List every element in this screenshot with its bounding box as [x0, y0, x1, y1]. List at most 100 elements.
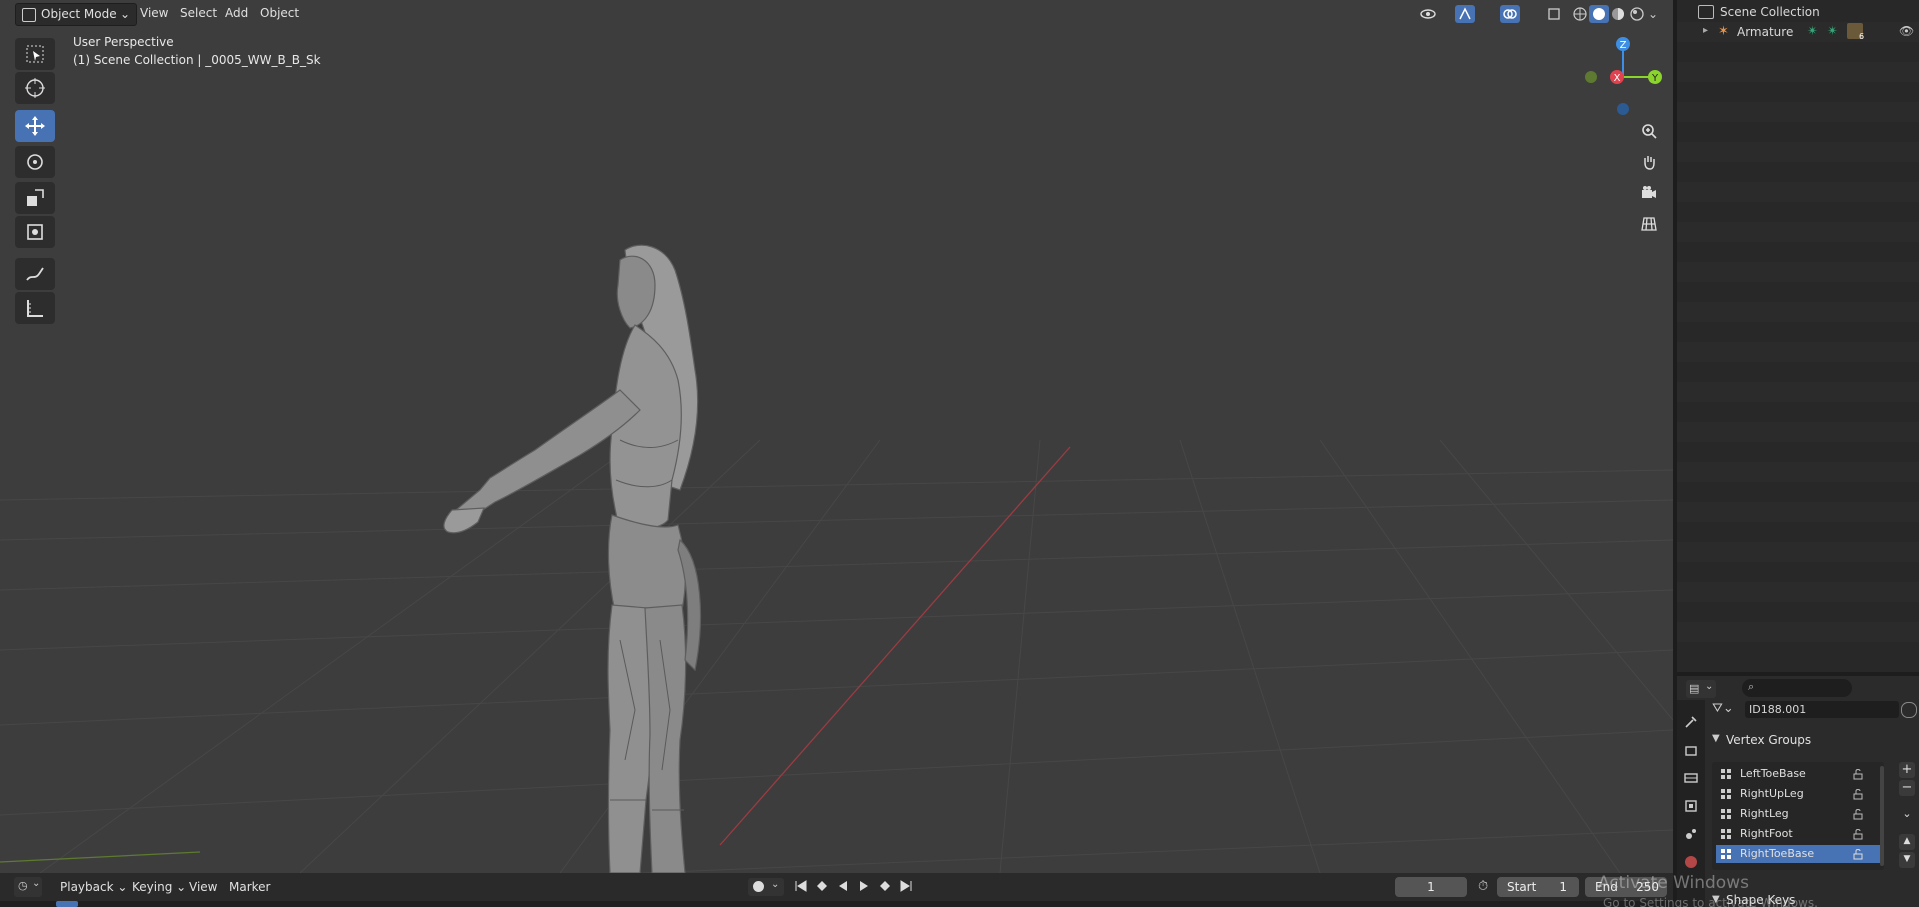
floor-grid [0, 439, 1673, 873]
menu-add[interactable]: Add [219, 3, 254, 24]
play-reverse-icon[interactable] [836, 879, 850, 896]
prev-keyframe-icon[interactable] [815, 879, 829, 896]
vertex-group-icon [1721, 769, 1731, 779]
object-name-field[interactable]: ID188.001 [1745, 701, 1899, 718]
rotate-tool[interactable] [15, 146, 55, 178]
outliner-root-row[interactable]: Scene Collection [1677, 2, 1919, 22]
overlays-icon[interactable] [1500, 5, 1520, 23]
armature-icon: ✶ [1718, 24, 1729, 39]
vertex-group-icon [1721, 789, 1731, 799]
current-frame-field[interactable]: 1 [1395, 877, 1467, 897]
timeline-view-menu[interactable]: View [185, 877, 221, 897]
cursor-tool[interactable] [15, 72, 55, 104]
solid-shading-icon[interactable] [1589, 5, 1609, 23]
chevron-down-icon: ⌄ [119, 7, 130, 21]
unlock-icon[interactable] [1852, 848, 1864, 860]
unlock-icon[interactable] [1852, 788, 1864, 800]
world-tab-icon[interactable] [1681, 852, 1701, 872]
properties-search-input[interactable]: ⌕ [1742, 679, 1852, 697]
output-tab-icon[interactable] [1681, 768, 1701, 788]
vertex-group-label: RightLeg [1740, 807, 1789, 820]
annotate-tool[interactable] [15, 258, 55, 290]
move-up-button[interactable]: ▲ [1899, 834, 1915, 850]
scale-tool[interactable] [15, 182, 55, 214]
eye-icon[interactable]: 👁 [1899, 24, 1914, 38]
menu-select[interactable]: Select [174, 3, 223, 24]
material-shading-icon[interactable] [1608, 5, 1628, 23]
perspective-grid-icon[interactable] [1636, 211, 1662, 237]
visibility-icon[interactable] [1418, 5, 1438, 23]
vertex-group-item-selected[interactable]: RightToeBase [1716, 845, 1880, 863]
activate-windows-watermark: Activate Windows [1598, 873, 1749, 893]
next-keyframe-icon[interactable] [878, 879, 892, 896]
play-icon[interactable] [857, 879, 871, 896]
jump-end-icon[interactable] [899, 879, 913, 896]
move-down-button[interactable]: ▼ [1899, 852, 1915, 868]
vertex-group-item[interactable]: RightLeg [1716, 805, 1880, 823]
vertex-group-item[interactable]: LeftToeBase [1716, 765, 1880, 783]
vertex-group-label: RightToeBase [1740, 847, 1815, 860]
vertex-group-item[interactable]: RightFoot [1716, 825, 1880, 843]
navigation-gizmo[interactable]: Z Y X [1575, 32, 1665, 120]
properties-editor-icon: ▤ [1689, 682, 1700, 695]
shading-options-chevron-icon[interactable]: ⌄ [1646, 5, 1660, 23]
vertex-group-item[interactable]: RightUpLeg [1716, 785, 1880, 803]
jump-start-icon[interactable] [794, 879, 808, 896]
render-tab-icon[interactable] [1681, 740, 1701, 760]
start-label: Start [1507, 880, 1537, 894]
vertex-groups-panel-header[interactable]: ▼ Vertex Groups [1710, 730, 1919, 752]
specials-chevron-icon[interactable]: ⌄ [1899, 806, 1915, 822]
tool-tab-icon[interactable] [1681, 712, 1701, 732]
move-tool[interactable] [15, 110, 55, 142]
start-value: 1 [1559, 880, 1567, 894]
timeline-editor-type-dropdown[interactable]: ◷ ⌄ [14, 877, 42, 897]
chevron-down-icon: ⌄ [771, 879, 780, 890]
unlock-icon[interactable] [1852, 768, 1864, 780]
frame-ruler[interactable] [0, 901, 1673, 907]
vertex-group-label: RightUpLeg [1740, 787, 1804, 800]
zoom-icon[interactable] [1636, 118, 1662, 144]
auto-keying-toggle[interactable]: ⌄ [748, 878, 784, 896]
view-layer-tab-icon[interactable] [1681, 796, 1701, 816]
object-data-type-icon[interactable]: ⛛⌄ [1712, 701, 1736, 719]
gizmo-toggle-icon[interactable] [1455, 5, 1475, 23]
menu-view[interactable]: View [134, 3, 174, 24]
list-scrollbar[interactable] [1880, 766, 1884, 866]
marker-menu[interactable]: Marker [225, 877, 274, 897]
unlock-icon[interactable] [1852, 828, 1864, 840]
add-group-button[interactable]: + [1899, 762, 1915, 778]
stopwatch-icon[interactable]: ⏱ [1478, 879, 1488, 894]
keying-menu[interactable]: Keying ⌄ [128, 877, 190, 897]
neg-y-axis-handle[interactable] [1585, 71, 1597, 83]
3d-viewport[interactable]: Object Mode ⌄ View Select Add Object ⌄ U… [0, 0, 1673, 873]
remove-group-button[interactable]: − [1899, 780, 1915, 796]
object-mode-icon [22, 7, 36, 22]
measure-tool[interactable] [15, 292, 55, 324]
rendered-shading-icon[interactable] [1627, 5, 1647, 23]
outliner-item-armature[interactable]: ▸ ✶ Armature ✴ ✴ 6 👁 [1677, 22, 1919, 42]
character-mesh[interactable] [440, 240, 740, 873]
collapse-arrow-icon: ▼ [1712, 733, 1720, 744]
unlock-icon[interactable] [1852, 808, 1864, 820]
camera-icon[interactable] [1636, 180, 1662, 206]
menu-object[interactable]: Object [254, 3, 305, 24]
search-icon: ⌕ [1748, 680, 1755, 693]
pan-hand-icon[interactable] [1636, 149, 1662, 175]
bone-data-icon[interactable]: ✴ [1827, 24, 1838, 39]
scene-tab-icon[interactable] [1681, 824, 1701, 844]
select-box-tool[interactable] [15, 38, 55, 70]
playback-menu[interactable]: Playback ⌄ [56, 877, 131, 897]
pose-icon[interactable]: ✴ [1807, 24, 1818, 39]
expand-arrow-icon[interactable]: ▸ [1703, 25, 1708, 36]
start-frame-field[interactable]: Start 1 [1497, 877, 1579, 897]
wireframe-shading-icon[interactable] [1570, 5, 1590, 23]
editor-type-dropdown[interactable]: ▤ ⌄ [1686, 680, 1716, 698]
activate-windows-subtext: Go to Settings to activate Windows. [1603, 896, 1818, 907]
playhead[interactable] [56, 901, 78, 907]
transform-tool[interactable] [15, 216, 55, 248]
neg-z-axis-handle[interactable] [1617, 103, 1629, 115]
fake-user-shield-icon[interactable] [1901, 702, 1917, 718]
mode-dropdown[interactable]: Object Mode ⌄ [15, 3, 137, 26]
armature-label: Armature [1737, 25, 1794, 39]
xray-icon[interactable] [1544, 5, 1564, 23]
